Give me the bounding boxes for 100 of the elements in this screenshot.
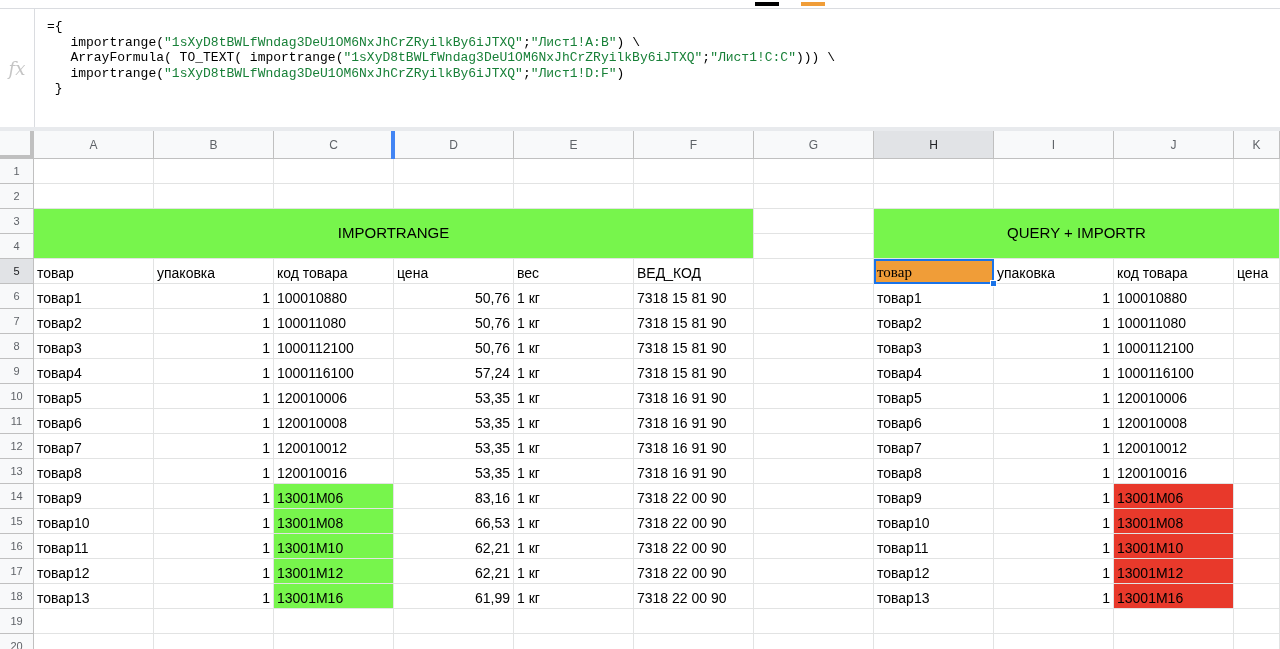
empty-cell[interactable] bbox=[994, 609, 1114, 634]
empty-cell[interactable] bbox=[1234, 309, 1280, 334]
empty-cell[interactable] bbox=[754, 359, 874, 384]
column-header[interactable]: A bbox=[34, 131, 154, 159]
empty-cell[interactable] bbox=[754, 284, 874, 309]
row-header[interactable]: 14 bbox=[0, 484, 34, 509]
empty-cell[interactable] bbox=[1234, 334, 1280, 359]
column-label[interactable]: код товара bbox=[274, 259, 394, 284]
empty-cell[interactable] bbox=[1234, 459, 1280, 484]
row-header[interactable]: 7 bbox=[0, 309, 34, 334]
column-header[interactable]: K bbox=[1234, 131, 1280, 159]
row-header[interactable]: 6 bbox=[0, 284, 34, 309]
row-header[interactable]: 11 bbox=[0, 409, 34, 434]
empty-cell[interactable] bbox=[274, 184, 394, 209]
empty-cell[interactable] bbox=[1234, 184, 1280, 209]
column-header[interactable]: C bbox=[274, 131, 394, 159]
row-header[interactable]: 3 bbox=[0, 209, 34, 234]
row-header[interactable]: 1 bbox=[0, 159, 34, 184]
row-header[interactable]: 10 bbox=[0, 384, 34, 409]
empty-cell[interactable] bbox=[874, 609, 994, 634]
select-all-corner[interactable] bbox=[0, 131, 34, 159]
column-label[interactable]: код товара bbox=[1114, 259, 1234, 284]
empty-cell[interactable] bbox=[1234, 159, 1280, 184]
empty-cell[interactable] bbox=[274, 609, 394, 634]
empty-cell[interactable] bbox=[514, 609, 634, 634]
empty-cell[interactable] bbox=[394, 184, 514, 209]
column-label[interactable]: ВЕД_КОД bbox=[634, 259, 754, 284]
empty-cell[interactable] bbox=[754, 534, 874, 559]
empty-cell[interactable] bbox=[634, 159, 754, 184]
row-header[interactable]: 17 bbox=[0, 559, 34, 584]
empty-cell[interactable] bbox=[754, 309, 874, 334]
empty-cell[interactable] bbox=[754, 184, 874, 209]
column-label[interactable]: цена bbox=[1234, 259, 1280, 284]
fill-handle[interactable] bbox=[990, 280, 997, 287]
empty-cell[interactable] bbox=[754, 384, 874, 409]
column-header[interactable]: I bbox=[994, 131, 1114, 159]
row-header[interactable]: 2 bbox=[0, 184, 34, 209]
empty-cell[interactable] bbox=[154, 159, 274, 184]
column-label[interactable]: вес bbox=[514, 259, 634, 284]
empty-cell[interactable] bbox=[754, 584, 874, 609]
row-header[interactable]: 12 bbox=[0, 434, 34, 459]
empty-cell[interactable] bbox=[394, 159, 514, 184]
column-label[interactable]: упаковка bbox=[154, 259, 274, 284]
column-header[interactable]: J bbox=[1114, 131, 1234, 159]
column-label[interactable]: цена bbox=[394, 259, 514, 284]
empty-cell[interactable] bbox=[634, 184, 754, 209]
row-header[interactable]: 19 bbox=[0, 609, 34, 634]
empty-cell[interactable] bbox=[514, 184, 634, 209]
empty-cell[interactable] bbox=[1234, 609, 1280, 634]
empty-cell[interactable] bbox=[1114, 609, 1234, 634]
empty-cell[interactable] bbox=[1234, 409, 1280, 434]
column-header[interactable]: D bbox=[394, 131, 514, 159]
empty-cell[interactable] bbox=[1234, 384, 1280, 409]
empty-cell[interactable] bbox=[994, 159, 1114, 184]
column-header[interactable]: F bbox=[634, 131, 754, 159]
empty-cell[interactable] bbox=[754, 209, 874, 234]
empty-cell[interactable] bbox=[874, 159, 994, 184]
empty-cell[interactable] bbox=[994, 184, 1114, 209]
empty-cell[interactable] bbox=[1234, 284, 1280, 309]
empty-cell[interactable] bbox=[1234, 434, 1280, 459]
empty-cell[interactable] bbox=[754, 409, 874, 434]
row-header[interactable]: 9 bbox=[0, 359, 34, 384]
empty-cell[interactable] bbox=[1234, 359, 1280, 384]
column-header[interactable]: G bbox=[754, 131, 874, 159]
empty-cell[interactable] bbox=[754, 434, 874, 459]
row-header[interactable]: 16 bbox=[0, 534, 34, 559]
empty-cell[interactable] bbox=[1114, 159, 1234, 184]
row-header[interactable]: 4 bbox=[0, 234, 34, 259]
empty-cell[interactable] bbox=[1114, 184, 1234, 209]
table-cell: 7318 15 81 90 bbox=[634, 334, 754, 359]
column-header[interactable]: E bbox=[514, 131, 634, 159]
empty-cell[interactable] bbox=[154, 184, 274, 209]
row-header[interactable]: 15 bbox=[0, 509, 34, 534]
empty-cell[interactable] bbox=[754, 484, 874, 509]
empty-cell[interactable] bbox=[754, 459, 874, 484]
column-resize-handle[interactable] bbox=[391, 131, 395, 159]
row-header[interactable]: 18 bbox=[0, 584, 34, 609]
empty-cell[interactable] bbox=[754, 509, 874, 534]
empty-cell[interactable] bbox=[874, 184, 994, 209]
empty-cell[interactable] bbox=[634, 609, 754, 634]
empty-cell[interactable] bbox=[754, 559, 874, 584]
row-header[interactable]: 8 bbox=[0, 334, 34, 359]
empty-cell[interactable] bbox=[274, 159, 394, 184]
empty-cell[interactable] bbox=[514, 159, 634, 184]
column-header[interactable]: B bbox=[154, 131, 274, 159]
row-header[interactable]: 13 bbox=[0, 459, 34, 484]
empty-cell[interactable] bbox=[754, 159, 874, 184]
active-cell[interactable]: товар bbox=[874, 259, 994, 284]
column-label[interactable]: товар bbox=[34, 259, 154, 284]
empty-cell[interactable] bbox=[154, 609, 274, 634]
table-cell: 1 bbox=[994, 384, 1114, 409]
empty-cell[interactable] bbox=[754, 334, 874, 359]
column-header[interactable]: H bbox=[874, 131, 994, 159]
empty-cell[interactable] bbox=[754, 234, 874, 259]
text-color-indicator[interactable] bbox=[755, 2, 779, 6]
empty-cell[interactable] bbox=[394, 609, 514, 634]
fill-color-indicator[interactable] bbox=[801, 2, 825, 6]
row-header[interactable]: 5 bbox=[0, 259, 34, 284]
column-label[interactable]: упаковка bbox=[994, 259, 1114, 284]
empty-cell[interactable] bbox=[754, 609, 874, 634]
